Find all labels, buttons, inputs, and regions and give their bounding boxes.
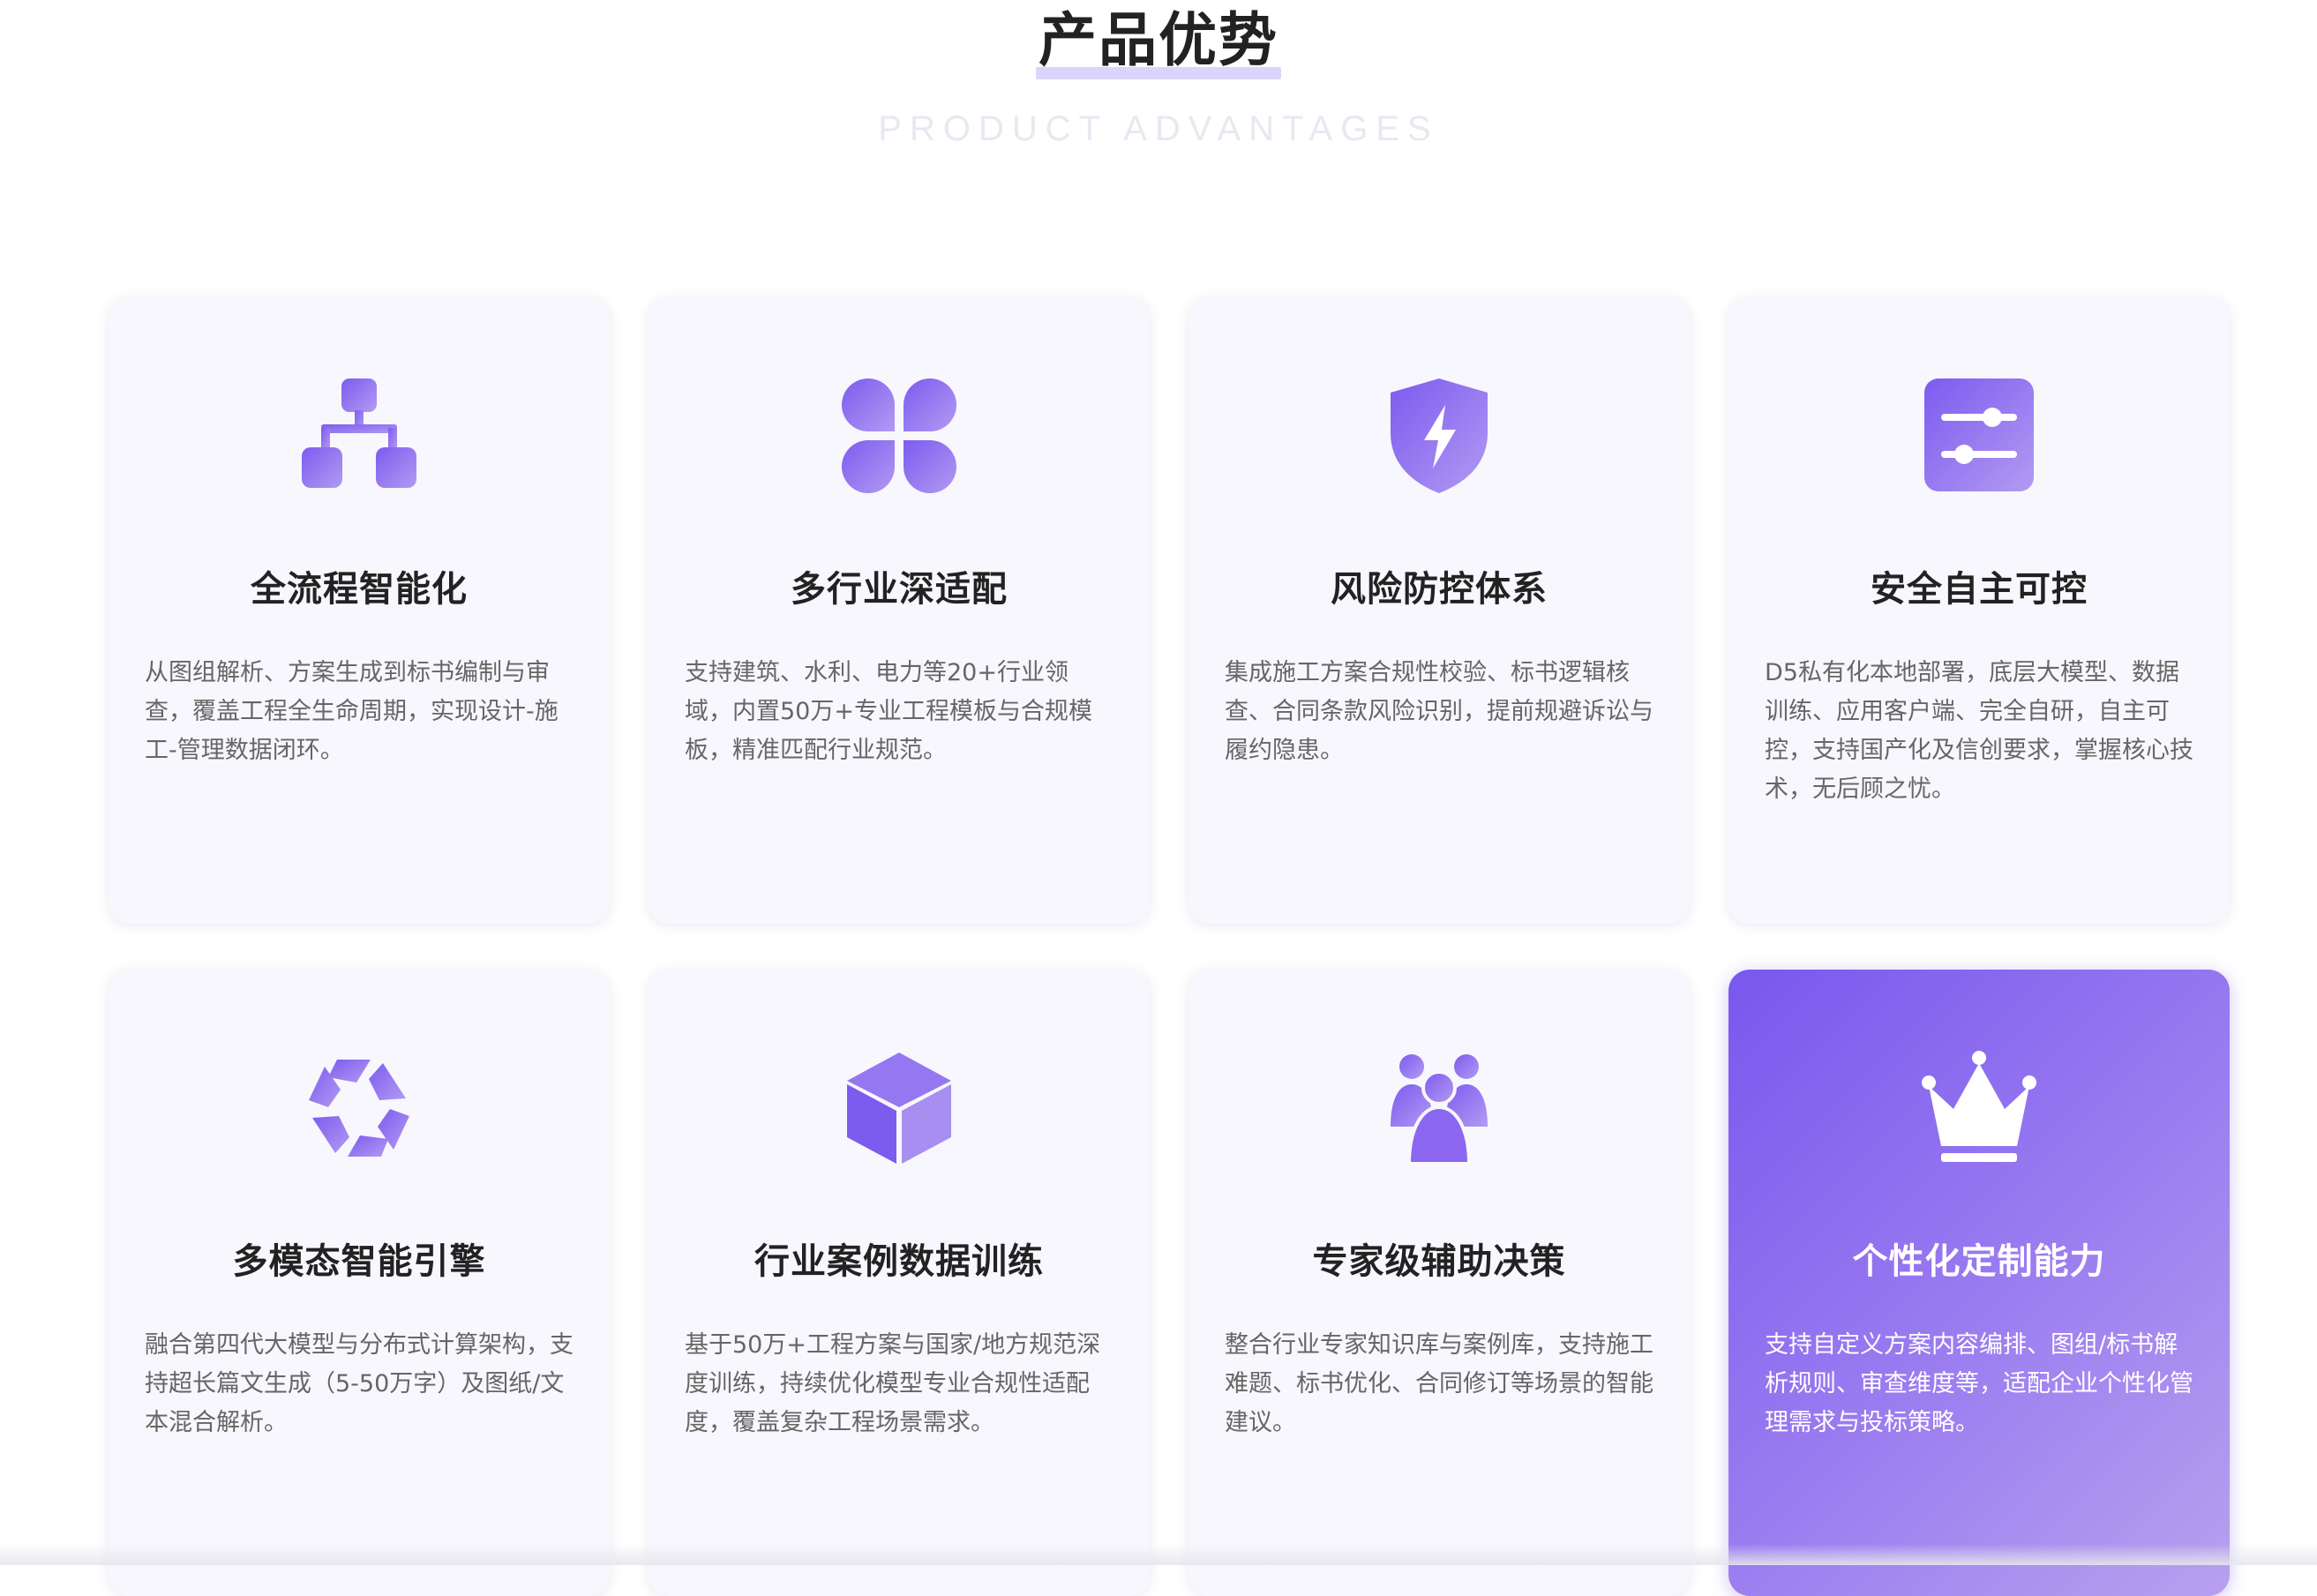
- advantage-card-full-process[interactable]: 全流程智能化 从图组解析、方案生成到标书编制与审查，覆盖工程全生命周期，实现设计…: [109, 297, 610, 924]
- four-leaf-grid-icon: [842, 378, 956, 493]
- card-description: D5私有化本地部署，底层大模型、数据训练、应用客户端、完全自研，自主可控，支持国…: [1765, 659, 2193, 803]
- advantage-card-security[interactable]: 安全自主可控 D5私有化本地部署，底层大模型、数据训练、应用客户端、完全自研，自…: [1728, 297, 2230, 924]
- card-description: 支持自定义方案内容编排、图组/标书解析规则、审查维度等，适配企业个性化管理需求与…: [1765, 1331, 2193, 1436]
- card-title: 专家级辅助决策: [1312, 1241, 1566, 1282]
- card-description: 基于50万+工程方案与国家/地方规范深度训练，持续优化模型专业合规性适配度，覆盖…: [685, 1331, 1101, 1436]
- card-description: 集成施工方案合规性校验、标书逻辑核查、合同条款风险识别，提前规避诉讼与履约隐患。: [1225, 659, 1653, 764]
- crown-icon: [1922, 1051, 2036, 1165]
- hierarchy-icon: [302, 378, 416, 493]
- card-description: 支持建筑、水利、电力等20+行业领域，内置50万+专业工程模板与合规模板，精准匹…: [685, 659, 1092, 764]
- cube-icon: [842, 1051, 956, 1165]
- section-title-block: 产品优势: [1036, 6, 1281, 79]
- advantage-card-case-training[interactable]: 行业案例数据训练 基于50万+工程方案与国家/地方规范深度训练，持续优化模型专业…: [649, 970, 1150, 1596]
- aperture-icon: [302, 1051, 416, 1165]
- section-header: 产品优势: [0, 0, 2317, 79]
- card-description: 融合第四代大模型与分布式计算架构，支持超长篇文生成（5-50万字）及图纸/文本混…: [145, 1331, 574, 1436]
- section-title: 产品优势: [1039, 6, 1278, 74]
- card-title: 行业案例数据训练: [754, 1241, 1044, 1282]
- card-title: 风险防控体系: [1331, 569, 1548, 610]
- card-title: 多模态智能引擎: [232, 1241, 486, 1282]
- user-group-icon: [1382, 1051, 1496, 1165]
- card-title: 全流程智能化: [251, 569, 468, 610]
- card-title: 多行业深适配: [791, 569, 1008, 610]
- advantage-card-risk-control[interactable]: 风险防控体系 集成施工方案合规性校验、标书逻辑核查、合同条款风险识别，提前规避诉…: [1188, 297, 1690, 924]
- card-title: 安全自主可控: [1871, 569, 2088, 610]
- advantage-card-multi-industry[interactable]: 多行业深适配 支持建筑、水利、电力等20+行业领域，内置50万+专业工程模板与合…: [649, 297, 1150, 924]
- card-description: 整合行业专家知识库与案例库，支持施工难题、标书优化、合同修订等场景的智能建议。: [1225, 1331, 1653, 1436]
- advantage-card-customization[interactable]: 个性化定制能力 支持自定义方案内容编排、图组/标书解析规则、审查维度等，适配企业…: [1728, 970, 2230, 1596]
- advantage-card-multimodal[interactable]: 多模态智能引擎 融合第四代大模型与分布式计算架构，支持超长篇文生成（5-50万字…: [109, 970, 610, 1596]
- card-description: 从图组解析、方案生成到标书编制与审查，覆盖工程全生命周期，实现设计-施工-管理数…: [145, 659, 559, 764]
- bottom-fade: [0, 1544, 2317, 1565]
- shield-lightning-icon: [1382, 378, 1496, 493]
- section-subtitle: PRODUCT ADVANTAGES: [878, 109, 1439, 148]
- advantage-card-expert-decision[interactable]: 专家级辅助决策 整合行业专家知识库与案例库，支持施工难题、标书优化、合同修订等场…: [1188, 970, 1690, 1596]
- sliders-icon: [1922, 378, 2036, 493]
- card-title: 个性化定制能力: [1852, 1241, 2106, 1282]
